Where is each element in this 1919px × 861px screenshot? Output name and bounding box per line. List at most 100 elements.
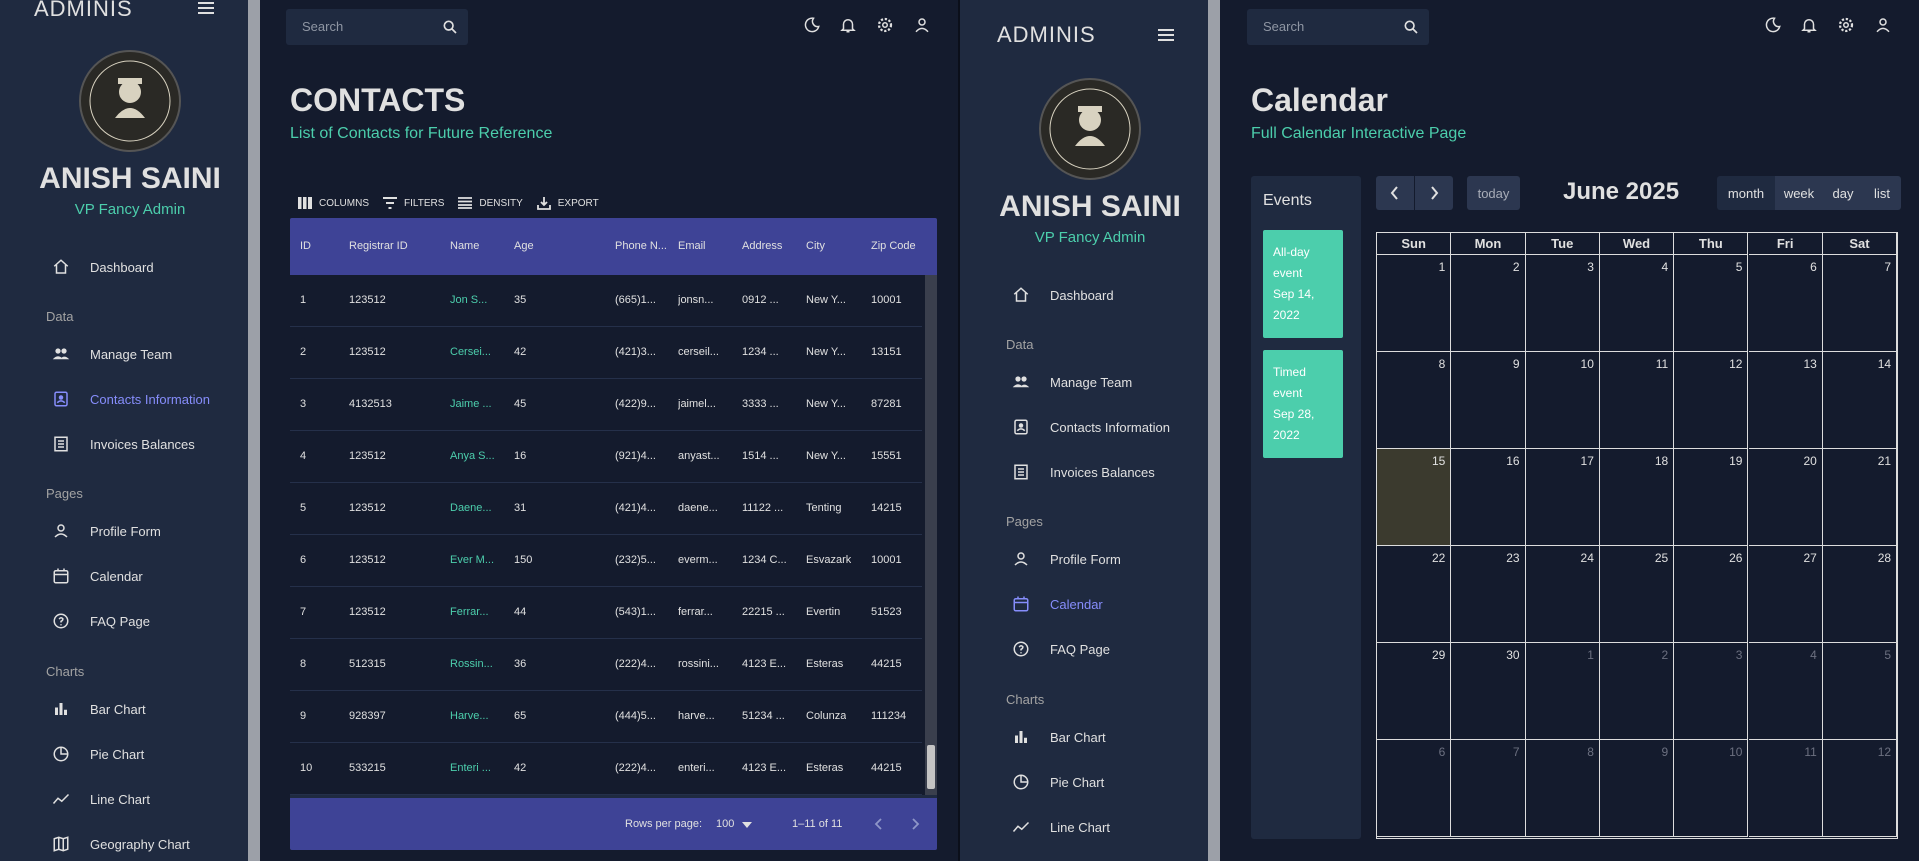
day-cell[interactable]: 8 bbox=[1377, 352, 1452, 449]
nav-contacts-information[interactable]: Contacts Information bbox=[52, 390, 210, 408]
nav-geography-chart[interactable]: Geography Chart bbox=[52, 835, 190, 853]
grid-scrollbar-thumb[interactable] bbox=[927, 745, 935, 789]
event-card-timed[interactable]: Timed event Sep 28, 2022 bbox=[1263, 350, 1343, 458]
table-row[interactable]: 8 512315 Rossin... 36 (222)4... rossini... 412… bbox=[290, 639, 922, 691]
view-week-button[interactable]: week bbox=[1775, 176, 1823, 210]
nav-line-chart[interactable]: Line Chart bbox=[1012, 818, 1110, 836]
day-cell[interactable]: 10 bbox=[1674, 740, 1749, 837]
dropdown-arrow-icon[interactable] bbox=[742, 822, 752, 828]
nav-manage-team[interactable]: Manage Team bbox=[1012, 373, 1132, 391]
nav-calendar[interactable]: Calendar bbox=[52, 567, 143, 585]
day-cell[interactable]: 3 bbox=[1525, 255, 1600, 352]
profile-icon[interactable] bbox=[1874, 16, 1892, 34]
nav-contacts-information[interactable]: Contacts Information bbox=[1012, 418, 1170, 436]
density-button[interactable]: DENSITY bbox=[458, 197, 523, 209]
day-cell[interactable]: 11 bbox=[1599, 352, 1675, 449]
day-cell[interactable]: 30 bbox=[1451, 643, 1526, 740]
day-cell[interactable]: 3 bbox=[1674, 643, 1749, 740]
nav-profile-form[interactable]: Profile Form bbox=[52, 522, 161, 540]
day-cell[interactable]: 9 bbox=[1451, 352, 1526, 449]
day-cell[interactable]: 7 bbox=[1822, 255, 1898, 352]
day-cell[interactable]: 4 bbox=[1748, 643, 1823, 740]
notifications-icon[interactable] bbox=[839, 16, 857, 34]
table-row[interactable]: 9 928397 Harve... 65 (444)5... harve... 51234 … bbox=[290, 691, 922, 743]
nav-bar-chart[interactable]: Bar Chart bbox=[52, 700, 146, 718]
settings-icon[interactable] bbox=[876, 16, 894, 34]
grid-scrollbar[interactable] bbox=[925, 275, 937, 795]
table-row[interactable]: 1 123512 Jon S... 35 (665)1... jonsn... 0912 .… bbox=[290, 275, 922, 327]
nav-invoices-balances[interactable]: Invoices Balances bbox=[52, 435, 195, 453]
column-header[interactable]: Name bbox=[450, 240, 479, 252]
column-header[interactable]: Zip Code bbox=[871, 240, 916, 252]
nav-dashboard[interactable]: Dashboard bbox=[1012, 286, 1114, 304]
nav-pie-chart[interactable]: Pie Chart bbox=[1012, 773, 1104, 791]
column-header[interactable]: Age bbox=[514, 240, 534, 252]
day-cell[interactable]: 11 bbox=[1748, 740, 1823, 837]
nav-pie-chart[interactable]: Pie Chart bbox=[52, 745, 144, 763]
day-cell[interactable]: 22 bbox=[1377, 546, 1452, 643]
day-cell[interactable]: 26 bbox=[1674, 546, 1749, 643]
table-row[interactable]: 2 123512 Cersei... 42 (421)3... cerseil... 123… bbox=[290, 327, 922, 379]
day-cell[interactable]: 19 bbox=[1674, 449, 1749, 546]
day-cell[interactable]: 17 bbox=[1525, 449, 1600, 546]
column-header[interactable]: City bbox=[806, 240, 825, 252]
view-list-button[interactable]: list bbox=[1863, 176, 1901, 210]
nav-calendar[interactable]: Calendar bbox=[1012, 595, 1103, 613]
day-cell[interactable]: 18 bbox=[1599, 449, 1675, 546]
column-header[interactable]: Email bbox=[678, 240, 706, 252]
rows-per-page-select[interactable]: 100 bbox=[716, 818, 734, 830]
day-cell[interactable]: 28 bbox=[1822, 546, 1898, 643]
nav-profile-form[interactable]: Profile Form bbox=[1012, 550, 1121, 568]
column-header[interactable]: Address bbox=[742, 240, 782, 252]
nav-manage-team[interactable]: Manage Team bbox=[52, 345, 172, 363]
table-row[interactable]: 4 123512 Anya S... 16 (921)4... anyast... 1514… bbox=[290, 431, 922, 483]
menu-toggle-icon[interactable] bbox=[1158, 29, 1174, 41]
day-cell[interactable]: 2 bbox=[1599, 643, 1675, 740]
search-icon[interactable] bbox=[442, 19, 458, 35]
day-cell[interactable]: 7 bbox=[1451, 740, 1526, 837]
nav-faq-page[interactable]: FAQ Page bbox=[52, 612, 150, 630]
day-cell[interactable]: 12 bbox=[1674, 352, 1749, 449]
day-cell[interactable]: 13 bbox=[1748, 352, 1823, 449]
event-card-allday[interactable]: All-day event Sep 14, 2022 bbox=[1263, 230, 1343, 338]
search-icon[interactable] bbox=[1403, 19, 1419, 35]
column-header[interactable]: Registrar ID bbox=[349, 240, 408, 252]
day-cell[interactable]: 20 bbox=[1748, 449, 1823, 546]
view-day-button[interactable]: day bbox=[1823, 176, 1863, 210]
nav-dashboard[interactable]: Dashboard bbox=[52, 258, 154, 276]
table-row[interactable]: 7 123512 Ferrar... 44 (543)1... ferrar... 2221… bbox=[290, 587, 922, 639]
table-row[interactable]: 3 4132513 Jaime ... 45 (422)9... jaimel... 333… bbox=[290, 379, 922, 431]
day-cell[interactable]: 29 bbox=[1377, 643, 1452, 740]
day-cell[interactable]: 6 bbox=[1377, 740, 1452, 837]
columns-button[interactable]: COLUMNS bbox=[298, 197, 369, 209]
search-input[interactable]: Search bbox=[1247, 9, 1429, 45]
day-cell[interactable]: 8 bbox=[1525, 740, 1600, 837]
view-month-button[interactable]: month bbox=[1717, 176, 1775, 210]
table-row[interactable]: 6 123512 Ever M... 150 (232)5... everm... 1234… bbox=[290, 535, 922, 587]
settings-icon[interactable] bbox=[1837, 16, 1855, 34]
day-cell-today[interactable]: 15 bbox=[1377, 449, 1452, 546]
day-cell[interactable]: 27 bbox=[1748, 546, 1823, 643]
day-cell[interactable]: 5 bbox=[1822, 643, 1898, 740]
day-cell[interactable]: 4 bbox=[1599, 255, 1675, 352]
day-cell[interactable]: 6 bbox=[1748, 255, 1823, 352]
column-header[interactable]: ID bbox=[300, 240, 311, 252]
day-cell[interactable]: 10 bbox=[1525, 352, 1600, 449]
next-month-button[interactable] bbox=[1415, 176, 1453, 210]
search-input[interactable]: Search bbox=[286, 9, 468, 45]
profile-icon[interactable] bbox=[913, 16, 931, 34]
day-cell[interactable]: 1 bbox=[1377, 255, 1452, 352]
dark-mode-icon[interactable] bbox=[1764, 16, 1782, 34]
day-cell[interactable]: 21 bbox=[1822, 449, 1898, 546]
day-cell[interactable]: 24 bbox=[1525, 546, 1600, 643]
day-cell[interactable]: 1 bbox=[1525, 643, 1600, 740]
day-cell[interactable]: 9 bbox=[1599, 740, 1675, 837]
day-cell[interactable]: 2 bbox=[1451, 255, 1526, 352]
nav-faq-page[interactable]: FAQ Page bbox=[1012, 640, 1110, 658]
nav-line-chart[interactable]: Line Chart bbox=[52, 790, 150, 808]
sidebar-scrollbar[interactable] bbox=[248, 0, 260, 861]
table-row[interactable]: 10 533215 Enteri ... 42 (222)4... enteri... 41… bbox=[290, 743, 922, 795]
day-cell[interactable]: 14 bbox=[1822, 352, 1898, 449]
table-row[interactable]: 5 123512 Daene... 31 (421)4... daene... 11122 … bbox=[290, 483, 922, 535]
day-cell[interactable]: 12 bbox=[1822, 740, 1898, 837]
